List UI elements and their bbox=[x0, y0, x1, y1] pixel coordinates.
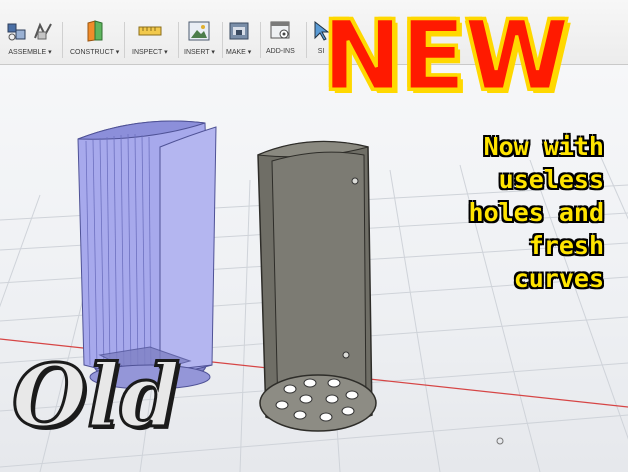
toolbar-separator bbox=[178, 22, 179, 58]
toolbar-insert[interactable]: INSERT ▾ bbox=[184, 18, 215, 62]
toolbar-addins-label: ADD-INS bbox=[266, 48, 295, 55]
toolbar-make[interactable]: MAKE ▾ bbox=[226, 18, 251, 62]
toolbar-construct-label: CONSTRUCT ▾ bbox=[70, 49, 120, 56]
toolbar-inspect-label: INSPECT ▾ bbox=[132, 49, 168, 56]
toolbar-separator bbox=[306, 22, 307, 58]
toolbar-separator bbox=[124, 22, 125, 58]
construct-plane-icon bbox=[87, 20, 103, 42]
insert-image-icon bbox=[188, 21, 210, 41]
toolbar-inspect[interactable]: INSPECT ▾ bbox=[132, 18, 168, 62]
feature-caption: Now with useless holes and fresh curves bbox=[469, 130, 604, 295]
toolbar-assemble[interactable]: ASSEMBLE ▾ bbox=[6, 18, 54, 62]
addins-icon bbox=[270, 21, 290, 39]
caption-line: Now with bbox=[483, 132, 604, 161]
caption-line: fresh bbox=[528, 231, 604, 260]
measure-icon bbox=[138, 26, 162, 36]
caption-line: useless bbox=[498, 165, 604, 194]
joint-icon bbox=[34, 22, 52, 40]
toolbar-insert-label: INSERT ▾ bbox=[184, 49, 215, 56]
toolbar-construct[interactable]: CONSTRUCT ▾ bbox=[70, 18, 119, 62]
new-part-model bbox=[257, 140, 377, 432]
toolbar-separator bbox=[260, 22, 261, 58]
caption-line: curves bbox=[513, 264, 604, 293]
toolbar-make-label: MAKE ▾ bbox=[226, 49, 252, 56]
toolbar-assemble-label: ASSEMBLE ▾ bbox=[8, 49, 52, 56]
assemble-icon bbox=[7, 23, 26, 41]
origin-marker bbox=[496, 437, 504, 445]
caption-line: holes and bbox=[468, 198, 604, 227]
toolbar-addins[interactable]: ADD-INS bbox=[266, 18, 295, 62]
old-label: Old bbox=[11, 346, 182, 447]
toolbar-separator bbox=[222, 22, 223, 58]
new-headline: NEW bbox=[321, 0, 572, 112]
toolbar-separator bbox=[62, 22, 63, 58]
make-3d-print-icon bbox=[229, 22, 249, 40]
